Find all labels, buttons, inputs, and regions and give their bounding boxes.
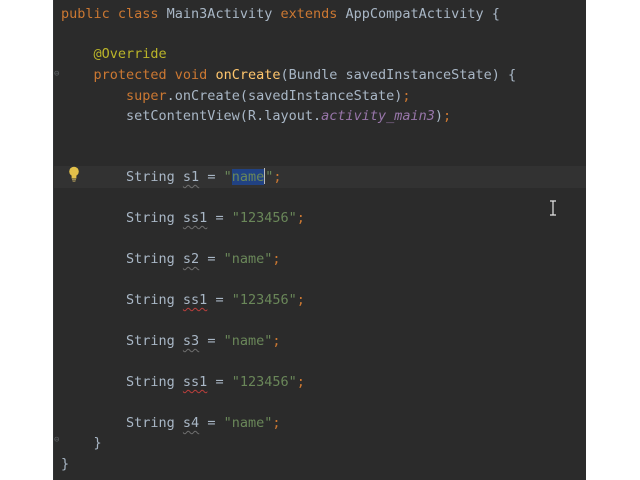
code-line[interactable]: String s3 = "name";: [61, 331, 281, 351]
code-token: "123456": [231, 210, 297, 226]
code-token: "123456": [231, 374, 297, 390]
code-token: Main3Activity: [166, 6, 281, 22]
code-token: ;: [272, 251, 281, 267]
code-line[interactable]: setContentView(R.layout.activity_main3);: [61, 106, 451, 126]
code-line[interactable]: }: [61, 454, 69, 474]
code-editor[interactable]: ⊖ ⊖ public class Main3Activity extends A…: [53, 0, 586, 480]
code-line[interactable]: public class Main3Activity extends AppCo…: [61, 4, 500, 24]
code-token: public class: [61, 6, 167, 22]
code-token: activity_main3: [321, 108, 435, 124]
code-token: =: [207, 374, 232, 390]
code-token: extends: [280, 6, 346, 22]
code-token: }: [61, 456, 70, 472]
code-token: =: [207, 210, 232, 226]
code-line[interactable]: String s1 = "name";: [61, 167, 282, 187]
code-token: ;: [402, 88, 411, 104]
code-token: String: [61, 251, 183, 267]
code-token: s3: [182, 333, 200, 349]
fold-icon[interactable]: ⊖: [54, 436, 61, 445]
code-token: super: [61, 88, 167, 104]
code-token: ;: [443, 108, 452, 124]
code-token: AppCompatActivity {: [345, 6, 500, 22]
code-line[interactable]: }: [61, 433, 102, 453]
code-token: setContentView(R.layout.: [61, 108, 322, 124]
code-line[interactable]: protected void onCreate(Bundle savedInst…: [61, 65, 517, 85]
code-token: ss1: [182, 374, 208, 390]
code-token: "name": [223, 333, 273, 349]
code-line[interactable]: String ss1 = "123456";: [61, 290, 305, 310]
code-token: s1: [182, 169, 200, 185]
code-token: onCreate: [215, 67, 281, 83]
code-token: =: [199, 333, 224, 349]
code-token: s4: [182, 415, 200, 431]
code-token: s2: [182, 251, 200, 267]
code-token: String: [61, 292, 183, 308]
code-token: .onCreate(savedInstanceState): [166, 88, 403, 104]
text-cursor-icon: [550, 200, 556, 216]
code-line[interactable]: String ss1 = "123456";: [61, 372, 305, 392]
code-token: "123456": [231, 292, 297, 308]
code-token: String: [61, 333, 183, 349]
code-token: ss1: [182, 210, 208, 226]
code-line[interactable]: String s2 = "name";: [61, 249, 281, 269]
code-token: ;: [296, 210, 305, 226]
code-token: protected void: [61, 67, 216, 83]
code-token: ;: [272, 333, 281, 349]
code-line[interactable]: super.onCreate(savedInstanceState);: [61, 86, 411, 106]
fold-icon[interactable]: ⊖: [54, 70, 61, 79]
code-token: String: [61, 415, 183, 431]
code-token: }: [61, 435, 102, 451]
code-token: =: [199, 415, 224, 431]
code-token: String: [61, 210, 183, 226]
code-token: ): [434, 108, 444, 124]
code-line[interactable]: @Override: [61, 44, 167, 64]
code-line[interactable]: String s4 = "name";: [61, 413, 281, 433]
code-token: "name": [223, 415, 273, 431]
code-token: @Override: [61, 46, 167, 62]
code-token: =: [199, 251, 224, 267]
code-line[interactable]: String ss1 = "123456";: [61, 208, 305, 228]
code-token: String: [61, 169, 183, 185]
code-token: =: [199, 169, 224, 185]
code-token: name: [231, 169, 265, 185]
code-token: ;: [296, 292, 305, 308]
code-token: "name": [223, 251, 273, 267]
code-token: (Bundle savedInstanceState) {: [280, 67, 517, 83]
code-token: ;: [296, 374, 305, 390]
code-token: ;: [272, 415, 281, 431]
code-token: ;: [273, 169, 282, 185]
code-token: =: [207, 292, 232, 308]
code-token: String: [61, 374, 183, 390]
code-token: ss1: [182, 292, 208, 308]
code-token: ": [223, 169, 232, 185]
